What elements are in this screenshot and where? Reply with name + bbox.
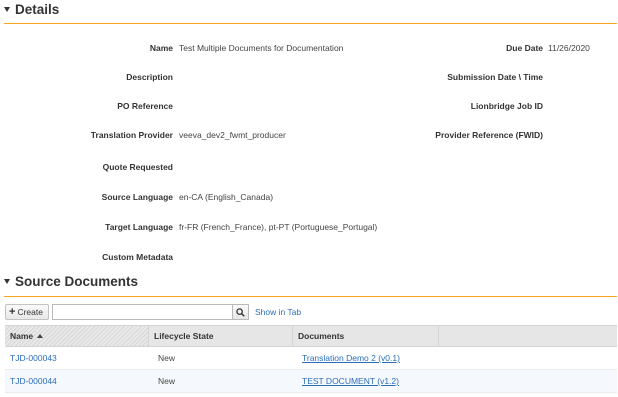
column-header-lifecycle-state[interactable]: Lifecycle State bbox=[148, 326, 292, 346]
source-documents-section-header[interactable]: Source Documents bbox=[4, 272, 138, 290]
column-header-name[interactable]: Name bbox=[5, 326, 148, 346]
source-documents-toolbar: + Create Show in Tab bbox=[5, 303, 301, 321]
row-lifecycle-state: New bbox=[158, 353, 176, 363]
row-lifecycle-state: New bbox=[158, 376, 176, 386]
details-divider bbox=[4, 23, 617, 24]
field-label-lionbridge-job-id: Lionbridge Job ID bbox=[470, 101, 543, 111]
field-value-source-language: en-CA (English_Canada) bbox=[179, 192, 274, 202]
row-name-link[interactable]: TJD-000043 bbox=[5, 347, 148, 369]
table-row: TJD-000044 New TEST DOCUMENT (v1.2) bbox=[5, 370, 617, 393]
field-label-provider-reference: Provider Reference (FWID) bbox=[435, 130, 543, 140]
field-value-target-language: fr-FR (French_France), pt-PT (Portuguese… bbox=[179, 222, 378, 232]
search-input[interactable] bbox=[51, 304, 232, 320]
show-in-tab-link[interactable]: Show in Tab bbox=[255, 307, 301, 317]
field-label-source-language: Source Language bbox=[101, 192, 173, 202]
field-value-due-date: 11/26/2020 bbox=[548, 43, 590, 53]
field-label-po-reference: PO Reference bbox=[117, 101, 173, 111]
column-header-documents[interactable]: Documents bbox=[292, 326, 438, 346]
details-section-header[interactable]: Details bbox=[4, 0, 59, 18]
collapse-caret-icon bbox=[4, 6, 10, 12]
plus-icon: + bbox=[9, 305, 16, 318]
field-label-submission-date: Submission Date \ Time bbox=[447, 72, 543, 82]
field-label-due-date: Due Date bbox=[506, 43, 543, 53]
search-icon bbox=[236, 307, 245, 317]
table-header: Name Lifecycle State Documents bbox=[5, 325, 617, 347]
field-label-custom-metadata: Custom Metadata bbox=[102, 252, 173, 262]
source-documents-table: Name Lifecycle State Documents TJD-00004… bbox=[5, 325, 617, 393]
column-header-filler bbox=[438, 326, 617, 346]
sort-ascending-icon bbox=[37, 334, 44, 338]
field-label-name: Name bbox=[149, 43, 173, 53]
collapse-caret-icon bbox=[4, 278, 10, 284]
table-row: TJD-000043 New Translation Demo 2 (v0.1) bbox=[5, 347, 617, 370]
source-documents-divider bbox=[4, 296, 617, 297]
row-document-link[interactable]: TEST DOCUMENT (v1.2) bbox=[292, 370, 438, 392]
field-label-target-language: Target Language bbox=[105, 222, 173, 232]
row-name-link[interactable]: TJD-000044 bbox=[5, 370, 148, 392]
row-document-link[interactable]: Translation Demo 2 (v0.1) bbox=[292, 347, 438, 369]
create-button-label: Create bbox=[17, 307, 43, 317]
field-label-translation-provider: Translation Provider bbox=[90, 130, 173, 140]
field-label-description: Description bbox=[126, 72, 173, 82]
column-header-label: Name bbox=[10, 331, 34, 341]
column-header-label: Documents bbox=[298, 331, 345, 341]
field-label-quote-requested: Quote Requested bbox=[102, 162, 173, 172]
field-value-name: Test Multiple Documents for Documentatio… bbox=[179, 43, 344, 53]
column-header-label: Lifecycle State bbox=[154, 331, 214, 341]
field-value-translation-provider: veeva_dev2_fwmt_producer bbox=[179, 130, 286, 140]
details-title: Details bbox=[15, 1, 60, 17]
create-button[interactable]: + Create bbox=[5, 304, 49, 320]
source-documents-title: Source Documents bbox=[15, 273, 139, 289]
search-button[interactable] bbox=[231, 304, 249, 320]
